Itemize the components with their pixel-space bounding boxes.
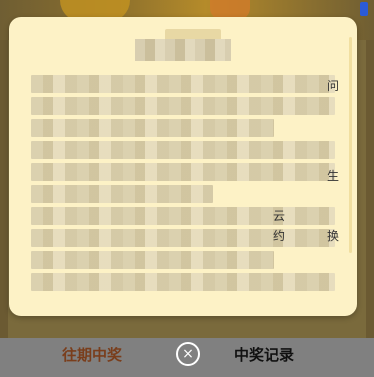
visible-char: 换 <box>327 229 340 243</box>
text-line-redacted <box>31 185 214 203</box>
tab-past-winners[interactable]: 往期中奖 <box>62 344 122 365</box>
close-glyph: × <box>182 346 194 362</box>
background-edge <box>0 40 8 340</box>
close-icon[interactable]: × <box>176 342 200 366</box>
text-line-redacted <box>31 163 335 181</box>
visible-char: 生 <box>327 169 340 183</box>
text-line-redacted <box>31 251 275 269</box>
text-line-redacted <box>31 229 335 247</box>
rules-modal: 问 生 云 约 换 <box>9 17 357 316</box>
text-line-redacted <box>31 119 275 137</box>
background-edge <box>366 40 374 340</box>
tab-my-records[interactable]: 中奖记录 <box>234 344 294 365</box>
modal-title <box>9 39 357 61</box>
text-line-redacted <box>31 207 335 225</box>
text-line-redacted <box>31 75 335 93</box>
background-decoration <box>360 2 368 16</box>
rules-content[interactable] <box>31 75 335 307</box>
content-scrollbar[interactable] <box>349 37 352 253</box>
text-line-redacted <box>31 97 335 115</box>
title-redacted <box>135 39 231 61</box>
visible-char: 问 <box>327 79 340 93</box>
text-line-redacted <box>31 141 335 159</box>
text-line-redacted <box>31 273 335 291</box>
visible-char: 约 <box>273 229 286 243</box>
visible-char: 云 <box>273 209 286 223</box>
